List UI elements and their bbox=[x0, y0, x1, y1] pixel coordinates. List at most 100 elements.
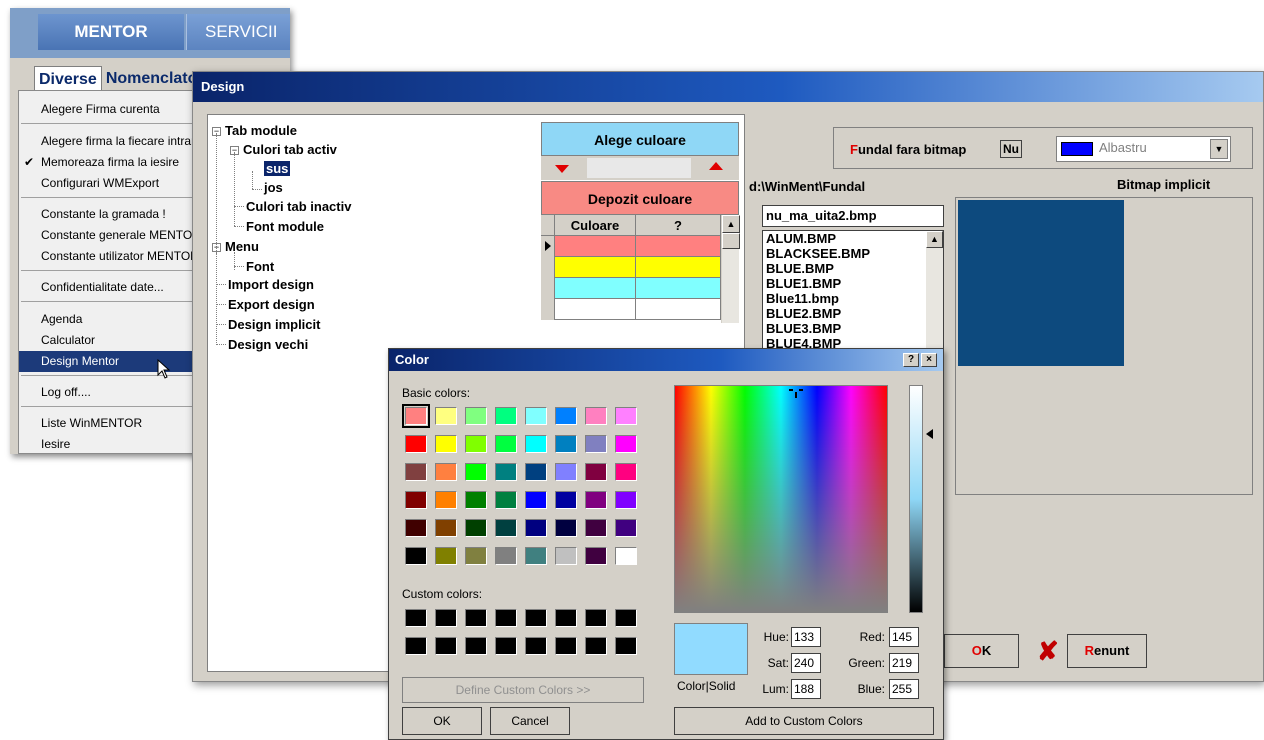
luminance-arrow-icon[interactable] bbox=[926, 429, 933, 439]
menu-item[interactable]: Alegere firma la fiecare intrare bbox=[19, 131, 205, 152]
color-swatch[interactable] bbox=[525, 491, 547, 509]
color-swatch[interactable] bbox=[525, 609, 547, 627]
grid-cell-flag[interactable] bbox=[636, 299, 721, 319]
hue-field[interactable]: 133 bbox=[791, 627, 821, 647]
color-swatch[interactable] bbox=[615, 435, 637, 453]
help-icon[interactable]: ? bbox=[903, 353, 919, 367]
color-swatch[interactable] bbox=[585, 463, 607, 481]
color-swatch[interactable] bbox=[615, 463, 637, 481]
grid-row[interactable] bbox=[541, 278, 721, 299]
file-list-item[interactable]: BLUE.BMP bbox=[763, 261, 943, 276]
color-swatch[interactable] bbox=[435, 547, 457, 565]
tree-item-design-vechi[interactable]: Design vechi bbox=[228, 337, 308, 352]
color-swatch[interactable] bbox=[495, 547, 517, 565]
grid-cell-color[interactable] bbox=[555, 257, 636, 277]
color-swatch[interactable] bbox=[615, 609, 637, 627]
color-swatch[interactable] bbox=[555, 637, 577, 655]
arrow-up-icon[interactable] bbox=[709, 162, 723, 170]
color-swatch[interactable] bbox=[495, 435, 517, 453]
color-swatch[interactable] bbox=[585, 407, 607, 425]
menu-item[interactable]: Confidentialitate date... bbox=[19, 277, 205, 298]
color-swatch[interactable] bbox=[555, 491, 577, 509]
tree-item-design-implicit[interactable]: Design implicit bbox=[228, 317, 320, 332]
file-list-item[interactable]: ALUM.BMP bbox=[763, 231, 943, 246]
color-swatch[interactable] bbox=[465, 463, 487, 481]
color-swatch[interactable] bbox=[435, 491, 457, 509]
color-swatch[interactable] bbox=[405, 637, 427, 655]
add-to-custom-colors-button[interactable]: Add to Custom Colors bbox=[674, 707, 934, 735]
ok-button[interactable]: OK bbox=[944, 634, 1019, 668]
menu-item[interactable]: Liste WinMENTOR bbox=[19, 413, 205, 434]
color-spectrum[interactable] bbox=[674, 385, 888, 613]
menu-item[interactable]: Agenda bbox=[19, 309, 205, 330]
grid-row[interactable] bbox=[541, 257, 721, 278]
color-swatch[interactable] bbox=[495, 609, 517, 627]
menu-item[interactable]: Design Mentor bbox=[19, 351, 205, 372]
color-ok-button[interactable]: OK bbox=[402, 707, 482, 735]
color-swatch[interactable] bbox=[402, 404, 430, 428]
color-swatch[interactable] bbox=[525, 637, 547, 655]
file-list[interactable]: ALUM.BMP BLACKSEE.BMP BLUE.BMP BLUE1.BMP Blu… bbox=[762, 230, 944, 350]
color-swatch[interactable] bbox=[465, 637, 487, 655]
grid-row[interactable] bbox=[541, 299, 721, 320]
menu-item[interactable]: Iesire bbox=[19, 434, 205, 455]
color-swatch[interactable] bbox=[615, 519, 637, 537]
color-swatch[interactable] bbox=[555, 547, 577, 565]
color-swatch[interactable] bbox=[465, 491, 487, 509]
menu-item[interactable]: Calculator bbox=[19, 330, 205, 351]
tree-item-export-design[interactable]: Export design bbox=[228, 297, 315, 312]
alege-culoare-button[interactable]: Alege culoare bbox=[541, 122, 739, 156]
menu-item[interactable]: Constante utilizator MENTOR bbox=[19, 246, 205, 267]
file-list-item[interactable]: BLUE2.BMP bbox=[763, 306, 943, 321]
color-swatch[interactable] bbox=[405, 609, 427, 627]
color-swatch[interactable] bbox=[525, 519, 547, 537]
tree-item-sus[interactable]: sus bbox=[264, 161, 291, 176]
color-swatch[interactable] bbox=[465, 435, 487, 453]
scroll-up-icon[interactable]: ▲ bbox=[722, 215, 740, 233]
color-swatch[interactable] bbox=[525, 463, 547, 481]
color-swatch[interactable] bbox=[435, 435, 457, 453]
color-swatch[interactable] bbox=[555, 463, 577, 481]
file-list-item[interactable]: BLUE3.BMP bbox=[763, 321, 943, 336]
color-swatch[interactable] bbox=[555, 519, 577, 537]
scroll-up-icon[interactable]: ▲ bbox=[926, 231, 943, 248]
grid-cell-flag[interactable] bbox=[636, 236, 721, 256]
color-swatch[interactable] bbox=[615, 407, 637, 425]
color-swatch[interactable] bbox=[435, 407, 457, 425]
color-swatch[interactable] bbox=[405, 491, 427, 509]
tab-servicii[interactable]: SERVICII bbox=[186, 14, 290, 50]
renunt-button[interactable]: Renunt bbox=[1067, 634, 1147, 668]
blue-field[interactable]: 255 bbox=[889, 679, 919, 699]
color-swatch[interactable] bbox=[465, 407, 487, 425]
color-swatch[interactable] bbox=[435, 637, 457, 655]
arrow-down-icon[interactable] bbox=[555, 165, 569, 173]
grid-scrollbar[interactable]: ▲ bbox=[721, 215, 740, 323]
color-swatch[interactable] bbox=[405, 463, 427, 481]
color-swatch[interactable] bbox=[435, 463, 457, 481]
tree-item-culori-tab-activ[interactable]: − Culori tab activ bbox=[230, 142, 337, 157]
color-swatch[interactable] bbox=[585, 519, 607, 537]
color-swatch[interactable] bbox=[585, 609, 607, 627]
file-list-item[interactable]: BLACKSEE.BMP bbox=[763, 246, 943, 261]
collapse-icon[interactable]: − bbox=[212, 127, 221, 136]
color-swatch[interactable] bbox=[585, 547, 607, 565]
chevron-down-icon[interactable]: ▼ bbox=[1210, 139, 1228, 159]
color-swatch[interactable] bbox=[465, 547, 487, 565]
tree-item-tab-module[interactable]: − Tab module bbox=[212, 123, 297, 138]
color-swatch[interactable] bbox=[495, 463, 517, 481]
color-swatch[interactable] bbox=[435, 609, 457, 627]
color-swatch[interactable] bbox=[585, 491, 607, 509]
color-swatch[interactable] bbox=[465, 519, 487, 537]
color-swatch[interactable] bbox=[495, 491, 517, 509]
menu-item[interactable]: Configurari WMExport bbox=[19, 173, 205, 194]
file-list-item[interactable]: Blue11.bmp bbox=[763, 291, 943, 306]
tree-item-font[interactable]: Font bbox=[246, 259, 274, 274]
color-swatch[interactable] bbox=[465, 609, 487, 627]
color-swatch[interactable] bbox=[525, 435, 547, 453]
color-swatch[interactable] bbox=[525, 407, 547, 425]
menu-item[interactable]: Constante la gramada ! bbox=[19, 204, 205, 225]
menu-item[interactable]: ✔ Memoreaza firma la iesire bbox=[19, 152, 205, 173]
collapse-icon[interactable]: − bbox=[230, 146, 239, 155]
tree-item-menu[interactable]: − Menu bbox=[212, 239, 259, 254]
color-swatch[interactable] bbox=[615, 547, 637, 565]
